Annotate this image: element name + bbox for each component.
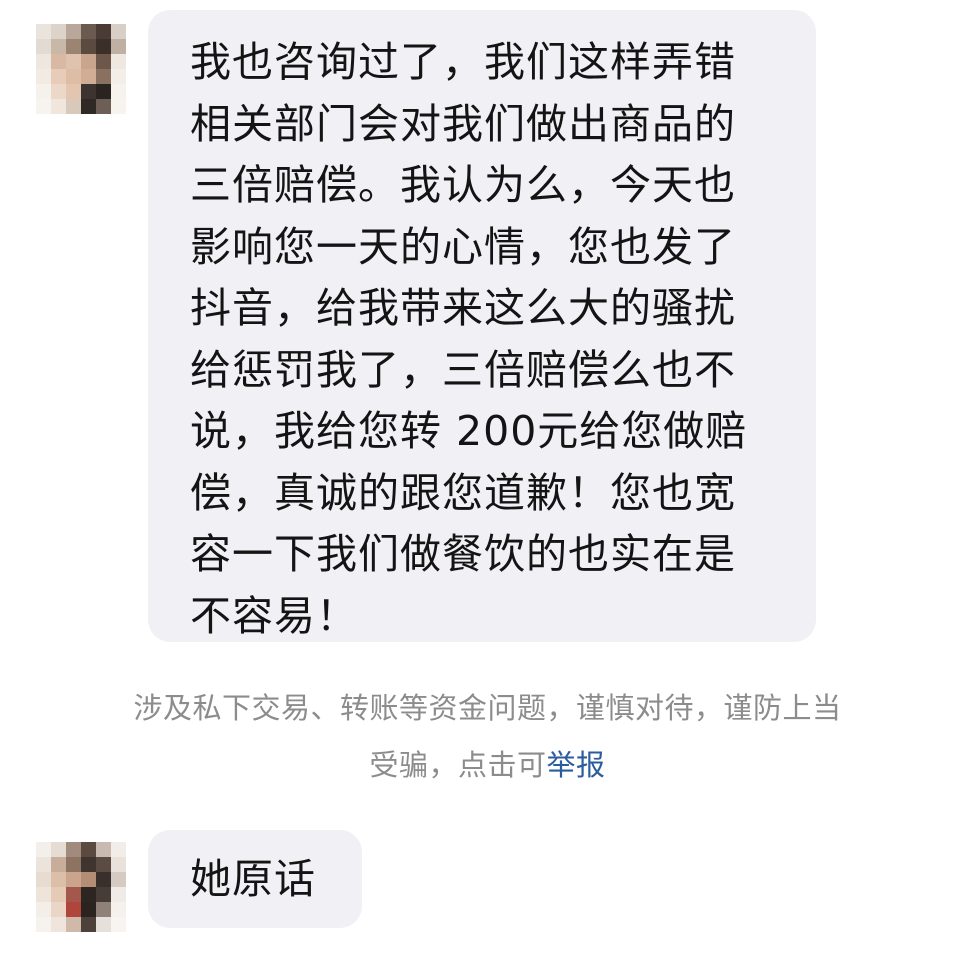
avatar[interactable] — [36, 842, 126, 932]
notice-text: 受骗，点击可 — [369, 748, 547, 782]
avatar[interactable] — [36, 24, 126, 114]
safety-notice: 涉及私下交易、转账等资金问题，谨慎对待，谨防上当 受骗，点击可举报 — [60, 680, 915, 794]
message-text: 我也咨询过了，我们这样弄错 相关部门会对我们做出商品的 三倍赔偿。我认为么，今天… — [190, 38, 748, 640]
message-bubble[interactable]: 我也咨询过了，我们这样弄错 相关部门会对我们做出商品的 三倍赔偿。我认为么，今天… — [148, 10, 816, 642]
notice-line: 受骗，点击可举报 — [60, 737, 915, 794]
message-bubble[interactable]: 她原话 — [148, 830, 362, 928]
notice-line: 涉及私下交易、转账等资金问题，谨慎对待，谨防上当 — [133, 691, 842, 725]
message-text: 她原话 — [190, 855, 316, 903]
report-link[interactable]: 举报 — [547, 748, 606, 782]
